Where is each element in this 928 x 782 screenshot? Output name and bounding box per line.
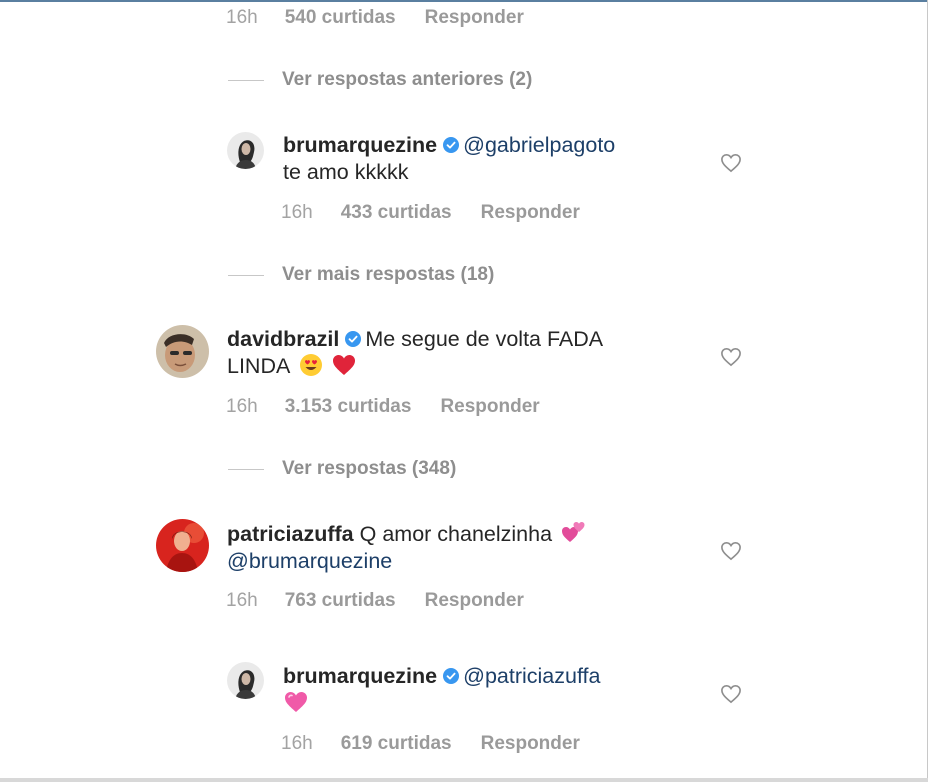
avatar[interactable] <box>227 132 264 169</box>
comment-body: Q amor chanelzinha <box>359 522 553 546</box>
comment-body: Me segue de volta FADA <box>365 327 604 351</box>
comment-text: brumarquezine @patriciazuffa <box>283 663 600 717</box>
comment-text: davidbrazil Me segue de volta FADA LINDA <box>227 326 603 380</box>
comment-meta: 16h 540 curtidas Responder <box>226 7 524 29</box>
comment-time: 16h <box>226 7 258 28</box>
username[interactable]: brumarquezine <box>283 133 437 157</box>
divider-line <box>228 468 264 470</box>
like-heart-icon[interactable] <box>720 347 742 367</box>
comment-meta: 16h 433 curtidas Responder <box>281 202 580 224</box>
view-more-replies[interactable]: Ver mais respostas (18) <box>228 264 494 286</box>
view-replies-label[interactable]: Ver respostas (348) <box>282 458 456 480</box>
comment-meta: 16h 619 curtidas Responder <box>281 733 580 755</box>
verified-badge-icon <box>443 668 460 684</box>
like-heart-icon[interactable] <box>720 541 742 561</box>
comment-meta: 16h 763 curtidas Responder <box>226 590 524 612</box>
likes-count[interactable]: 619 curtidas <box>341 733 452 755</box>
divider-line <box>228 274 264 276</box>
reply-button[interactable]: Responder <box>481 733 580 755</box>
comment-text: patriciazuffa Q amor chanelzinha @brumar… <box>227 520 588 575</box>
comment-body-continued: LINDA <box>227 354 290 378</box>
heart-eyes-emoji-icon <box>300 354 323 376</box>
view-replies-label[interactable]: Ver mais respostas (18) <box>282 264 494 286</box>
bottom-border <box>0 778 928 782</box>
mention-link[interactable]: @patriciazuffa <box>463 664 600 688</box>
two-hearts-emoji-icon <box>562 522 585 542</box>
reply-button[interactable]: Responder <box>481 202 580 224</box>
username[interactable]: patriciazuffa <box>227 522 354 546</box>
view-replies-label[interactable]: Ver respostas anteriores (2) <box>282 69 532 91</box>
comment-time: 16h <box>226 396 258 417</box>
like-heart-icon[interactable] <box>720 153 742 173</box>
comment-meta: 16h 3.153 curtidas Responder <box>226 396 540 418</box>
reply-button[interactable]: Responder <box>425 7 524 29</box>
username[interactable]: davidbrazil <box>227 327 339 351</box>
comment-time: 16h <box>226 590 258 611</box>
likes-count[interactable]: 3.153 curtidas <box>285 396 412 418</box>
avatar[interactable] <box>156 519 209 572</box>
comment-text: brumarquezine @gabrielpagoto te amo kkkkk <box>283 132 615 186</box>
avatar[interactable] <box>156 325 209 378</box>
comment-time: 16h <box>281 733 313 754</box>
reply-button[interactable]: Responder <box>440 396 539 418</box>
verified-badge-icon <box>443 137 460 153</box>
mention-link[interactable]: @brumarquezine <box>227 549 392 573</box>
comment-time: 16h <box>281 202 313 223</box>
verified-badge-icon <box>345 331 362 347</box>
username[interactable]: brumarquezine <box>283 664 437 688</box>
like-heart-icon[interactable] <box>720 684 742 704</box>
red-heart-emoji-icon <box>333 355 356 375</box>
mention-link[interactable]: @gabrielpagoto <box>463 133 615 157</box>
avatar[interactable] <box>227 662 264 699</box>
pink-heart-emoji-icon <box>285 692 307 712</box>
comment-body: te amo kkkkk <box>283 160 409 184</box>
view-replies[interactable]: Ver respostas (348) <box>228 458 456 480</box>
divider-line <box>228 79 264 81</box>
top-border <box>0 0 928 2</box>
likes-count[interactable]: 763 curtidas <box>285 590 396 612</box>
view-previous-replies[interactable]: Ver respostas anteriores (2) <box>228 69 532 91</box>
likes-count[interactable]: 433 curtidas <box>341 202 452 224</box>
likes-count[interactable]: 540 curtidas <box>285 7 396 29</box>
reply-button[interactable]: Responder <box>425 590 524 612</box>
